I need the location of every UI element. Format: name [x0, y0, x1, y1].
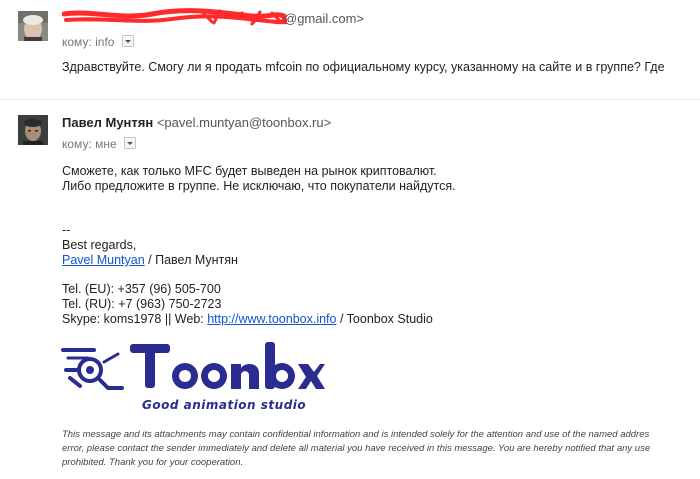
message-body-line: Либо предложите в группе. Не исключаю, ч…: [62, 179, 456, 193]
signature-name-link[interactable]: Pavel Muntyan: [62, 253, 145, 267]
sender-email-2: <pavel.muntyan@toonbox.ru>: [156, 115, 332, 130]
signature-tel-ru: Tel. (RU): +7 (963) 750-2723: [62, 297, 222, 311]
recipient-line-2: кому: мне: [62, 137, 137, 151]
disclaimer-line: error, please contact the sender immedia…: [62, 443, 651, 454]
recipient-details-dropdown-icon[interactable]: [121, 35, 134, 47]
sender-avatar-1[interactable]: [18, 11, 48, 41]
message-body-1: Здравствуйте. Смогу ли я продать mfcoin …: [62, 60, 665, 74]
recipient-line-1: кому: info: [62, 35, 134, 49]
disclaimer-line: prohibited. Thank you for your cooperati…: [62, 457, 244, 468]
signature-tel-eu: Tel. (EU): +357 (96) 505-700: [62, 282, 221, 296]
signature-skype-web: Skype: koms1978 || Web: http://www.toonb…: [62, 312, 433, 326]
message-body-line: Сможете, как только MFC будет выведен на…: [62, 164, 437, 178]
sender-avatar-2[interactable]: [18, 115, 48, 145]
sender-name-2[interactable]: Павел Мунтян: [62, 115, 153, 130]
signature-name-line: Pavel Muntyan / Павел Мунтян: [62, 253, 238, 267]
redacted-sender-name: [62, 8, 287, 26]
toonbox-logo: Good animation studio: [61, 342, 325, 412]
disclaimer-line: This message and its attachments may con…: [62, 429, 650, 440]
sender-line-2: Павел Мунтян <pavel.muntyan@toonbox.ru>: [62, 115, 331, 130]
website-link[interactable]: http://www.toonbox.info: [207, 312, 336, 326]
svg-text:Good animation studio: Good animation studio: [142, 398, 306, 412]
message-2: Павел Мунтян <pavel.muntyan@toonbox.ru> …: [0, 100, 700, 479]
signature-dashes: --: [62, 223, 71, 237]
message-1: @gmail.com> кому: info Здравствуйте. Смо…: [0, 0, 700, 99]
recipient-details-dropdown-icon[interactable]: [124, 137, 137, 149]
sender-email-1: @gmail.com>: [284, 11, 365, 26]
signature-regards: Best regards,: [62, 238, 137, 252]
